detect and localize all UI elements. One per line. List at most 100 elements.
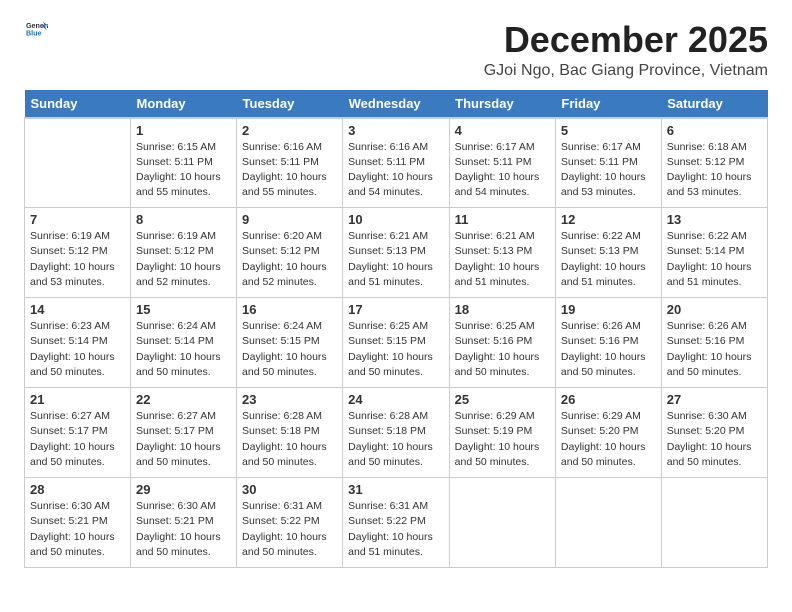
day-info: Sunrise: 6:29 AM Sunset: 5:19 PM Dayligh… <box>455 409 550 470</box>
weekday-header-friday: Friday <box>555 90 661 118</box>
day-info: Sunrise: 6:25 AM Sunset: 5:15 PM Dayligh… <box>348 319 444 380</box>
day-info: Sunrise: 6:28 AM Sunset: 5:18 PM Dayligh… <box>242 409 337 470</box>
weekday-header-tuesday: Tuesday <box>237 90 343 118</box>
calendar-cell: 16 Sunrise: 6:24 AM Sunset: 5:15 PM Dayli… <box>237 298 343 388</box>
day-number: 25 <box>455 392 550 407</box>
calendar-cell: 24Sunrise: 6:28 AM Sunset: 5:18 PM Dayli… <box>343 388 450 478</box>
day-number: 17 <box>348 302 444 317</box>
week-row-1: 7 Sunrise: 6:19 AM Sunset: 5:12 PM Daylig… <box>25 208 768 298</box>
day-number: 23 <box>242 392 337 407</box>
calendar-cell: 26 Sunrise: 6:29 AM Sunset: 5:20 PM Dayli… <box>555 388 661 478</box>
day-info: Sunrise: 6:26 AM Sunset: 5:16 PM Dayligh… <box>667 319 762 380</box>
weekday-header-monday: Monday <box>131 90 237 118</box>
day-number: 26 <box>561 392 656 407</box>
day-info: Sunrise: 6:16 AM Sunset: 5:11 PM Dayligh… <box>348 140 444 201</box>
calendar-header: SundayMondayTuesdayWednesdayThursdayFrid… <box>25 90 768 118</box>
day-info: Sunrise: 6:17 AM Sunset: 5:11 PM Dayligh… <box>455 140 550 201</box>
calendar-cell <box>449 478 555 568</box>
day-info: Sunrise: 6:28 AM Sunset: 5:18 PM Dayligh… <box>348 409 444 470</box>
day-number: 7 <box>30 212 125 227</box>
logo: General Blue <box>24 20 48 38</box>
day-number: 21 <box>30 392 125 407</box>
calendar-cell: 10 Sunrise: 6:21 AM Sunset: 5:13 PM Dayli… <box>343 208 450 298</box>
calendar-cell: 11Sunrise: 6:21 AM Sunset: 5:13 PM Dayli… <box>449 208 555 298</box>
day-info: Sunrise: 6:25 AM Sunset: 5:16 PM Dayligh… <box>455 319 550 380</box>
day-number: 10 <box>348 212 444 227</box>
day-number: 29 <box>136 482 231 497</box>
day-info: Sunrise: 6:26 AM Sunset: 5:16 PM Dayligh… <box>561 319 656 380</box>
day-info: Sunrise: 6:15 AM Sunset: 5:11 PM Dayligh… <box>136 140 231 201</box>
day-info: Sunrise: 6:17 AM Sunset: 5:11 PM Dayligh… <box>561 140 656 201</box>
day-info: Sunrise: 6:30 AM Sunset: 5:21 PM Dayligh… <box>136 499 231 560</box>
day-number: 28 <box>30 482 125 497</box>
calendar-cell: 17 Sunrise: 6:25 AM Sunset: 5:15 PM Dayli… <box>343 298 450 388</box>
calendar-cell: 4 Sunrise: 6:17 AM Sunset: 5:11 PM Daylig… <box>449 118 555 208</box>
calendar-cell <box>661 478 767 568</box>
day-number: 8 <box>136 212 231 227</box>
month-title: December 2025 <box>484 20 768 60</box>
day-info: Sunrise: 6:30 AM Sunset: 5:20 PM Dayligh… <box>667 409 762 470</box>
day-number: 13 <box>667 212 762 227</box>
weekday-header-sunday: Sunday <box>25 90 131 118</box>
day-info: Sunrise: 6:19 AM Sunset: 5:12 PM Dayligh… <box>136 229 231 290</box>
calendar-cell: 15 Sunrise: 6:24 AM Sunset: 5:14 PM Dayli… <box>131 298 237 388</box>
day-number: 3 <box>348 123 444 138</box>
calendar-cell: 8 Sunrise: 6:19 AM Sunset: 5:12 PM Daylig… <box>131 208 237 298</box>
day-number: 27 <box>667 392 762 407</box>
calendar-cell: 22Sunrise: 6:27 AM Sunset: 5:17 PM Dayli… <box>131 388 237 478</box>
day-number: 14 <box>30 302 125 317</box>
calendar-cell: 27 Sunrise: 6:30 AM Sunset: 5:20 PM Dayli… <box>661 388 767 478</box>
day-info: Sunrise: 6:19 AM Sunset: 5:12 PM Dayligh… <box>30 229 125 290</box>
calendar-cell: 12Sunrise: 6:22 AM Sunset: 5:13 PM Dayli… <box>555 208 661 298</box>
location: GJoi Ngo, Bac Giang Province, Vietnam <box>484 62 768 80</box>
calendar-cell: 18Sunrise: 6:25 AM Sunset: 5:16 PM Dayli… <box>449 298 555 388</box>
calendar-cell: 19 Sunrise: 6:26 AM Sunset: 5:16 PM Dayli… <box>555 298 661 388</box>
calendar-cell: 2Sunrise: 6:16 AM Sunset: 5:11 PM Daylig… <box>237 118 343 208</box>
day-info: Sunrise: 6:20 AM Sunset: 5:12 PM Dayligh… <box>242 229 337 290</box>
calendar-cell: 25 Sunrise: 6:29 AM Sunset: 5:19 PM Dayli… <box>449 388 555 478</box>
calendar-cell: 20Sunrise: 6:26 AM Sunset: 5:16 PM Dayli… <box>661 298 767 388</box>
day-info: Sunrise: 6:31 AM Sunset: 5:22 PM Dayligh… <box>348 499 444 560</box>
day-number: 5 <box>561 123 656 138</box>
day-info: Sunrise: 6:29 AM Sunset: 5:20 PM Dayligh… <box>561 409 656 470</box>
day-info: Sunrise: 6:31 AM Sunset: 5:22 PM Dayligh… <box>242 499 337 560</box>
day-info: Sunrise: 6:27 AM Sunset: 5:17 PM Dayligh… <box>30 409 125 470</box>
day-number: 11 <box>455 212 550 227</box>
weekday-header-wednesday: Wednesday <box>343 90 450 118</box>
calendar-cell: 28Sunrise: 6:30 AM Sunset: 5:21 PM Dayli… <box>25 478 131 568</box>
svg-text:Blue: Blue <box>26 30 42 38</box>
top-section: General Blue December 2025 GJoi Ngo, Bac… <box>24 20 768 80</box>
weekday-header-thursday: Thursday <box>449 90 555 118</box>
day-number: 30 <box>242 482 337 497</box>
calendar-cell: 3 Sunrise: 6:16 AM Sunset: 5:11 PM Daylig… <box>343 118 450 208</box>
calendar-cell: 21 Sunrise: 6:27 AM Sunset: 5:17 PM Dayli… <box>25 388 131 478</box>
calendar-cell: 31Sunrise: 6:31 AM Sunset: 5:22 PM Dayli… <box>343 478 450 568</box>
day-number: 2 <box>242 123 337 138</box>
day-number: 15 <box>136 302 231 317</box>
calendar-cell: 6Sunrise: 6:18 AM Sunset: 5:12 PM Daylig… <box>661 118 767 208</box>
week-row-0: 1 Sunrise: 6:15 AM Sunset: 5:11 PM Daylig… <box>25 118 768 208</box>
header-right: December 2025 GJoi Ngo, Bac Giang Provin… <box>484 20 768 80</box>
calendar-body: 1 Sunrise: 6:15 AM Sunset: 5:11 PM Daylig… <box>25 118 768 568</box>
day-info: Sunrise: 6:18 AM Sunset: 5:12 PM Dayligh… <box>667 140 762 201</box>
calendar-cell: 30 Sunrise: 6:31 AM Sunset: 5:22 PM Dayli… <box>237 478 343 568</box>
day-info: Sunrise: 6:23 AM Sunset: 5:14 PM Dayligh… <box>30 319 125 380</box>
day-number: 9 <box>242 212 337 227</box>
weekday-header-row: SundayMondayTuesdayWednesdayThursdayFrid… <box>25 90 768 118</box>
day-number: 19 <box>561 302 656 317</box>
calendar-cell: 13Sunrise: 6:22 AM Sunset: 5:14 PM Dayli… <box>661 208 767 298</box>
calendar-cell: 9 Sunrise: 6:20 AM Sunset: 5:12 PM Daylig… <box>237 208 343 298</box>
day-info: Sunrise: 6:24 AM Sunset: 5:14 PM Dayligh… <box>136 319 231 380</box>
general-blue-icon: General Blue <box>26 20 48 38</box>
day-number: 1 <box>136 123 231 138</box>
logo-area: General Blue <box>24 20 48 38</box>
week-row-2: 14 Sunrise: 6:23 AM Sunset: 5:14 PM Dayli… <box>25 298 768 388</box>
day-number: 16 <box>242 302 337 317</box>
calendar-cell <box>25 118 131 208</box>
day-number: 4 <box>455 123 550 138</box>
week-row-3: 21 Sunrise: 6:27 AM Sunset: 5:17 PM Dayli… <box>25 388 768 478</box>
day-number: 22 <box>136 392 231 407</box>
day-info: Sunrise: 6:24 AM Sunset: 5:15 PM Dayligh… <box>242 319 337 380</box>
day-info: Sunrise: 6:21 AM Sunset: 5:13 PM Dayligh… <box>348 229 444 290</box>
weekday-header-saturday: Saturday <box>661 90 767 118</box>
